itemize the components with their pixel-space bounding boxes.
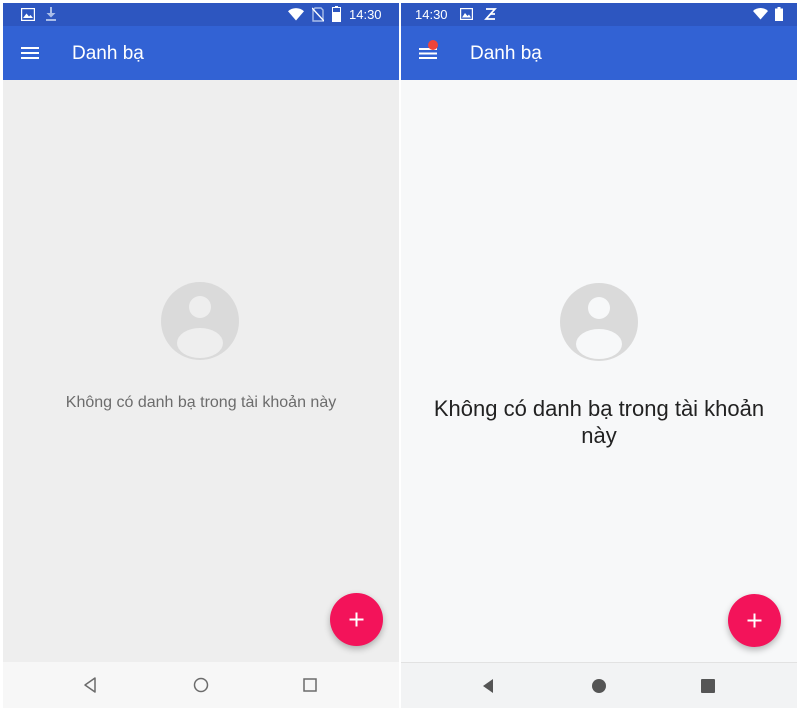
- no-sim-icon: [312, 7, 324, 22]
- add-contact-button[interactable]: [728, 594, 781, 647]
- recents-icon[interactable]: [698, 676, 718, 696]
- contacts-empty-area: Không có danh bạ trong tài khoản này: [3, 80, 399, 662]
- menu-icon[interactable]: [19, 42, 41, 64]
- empty-state-message-line2: này: [581, 423, 617, 448]
- add-contact-button[interactable]: [330, 593, 383, 646]
- battery-icon: [775, 7, 783, 21]
- account-avatar-icon: [161, 282, 239, 360]
- status-bar: 14:30: [3, 3, 399, 26]
- account-avatar-icon: [560, 283, 638, 361]
- home-icon[interactable]: [589, 676, 609, 696]
- app-notification-icon: [484, 8, 497, 20]
- wifi-icon: [753, 8, 768, 20]
- plus-icon: [747, 613, 762, 628]
- image-notification-icon: [460, 8, 473, 20]
- app-bar: Danh bạ: [401, 26, 797, 80]
- app-title: Danh bạ: [72, 43, 144, 64]
- status-time: 14:30: [415, 7, 448, 22]
- notification-dot-icon: [428, 40, 438, 50]
- empty-state-message: Không có danh bạ trong tài khoản này: [401, 395, 797, 449]
- download-icon: [46, 7, 56, 21]
- empty-state-message-line1: Không có danh bạ trong tài khoản: [433, 396, 765, 421]
- navigation-bar: [3, 662, 399, 708]
- back-icon[interactable]: [479, 676, 499, 696]
- home-icon[interactable]: [191, 675, 211, 695]
- status-bar: 14:30: [401, 3, 797, 26]
- wifi-icon: [288, 8, 304, 21]
- menu-button[interactable]: [417, 40, 439, 64]
- app-title: Danh bạ: [470, 43, 542, 64]
- back-icon[interactable]: [81, 675, 101, 695]
- plus-icon: [349, 612, 364, 627]
- right-phone-screen: 14:30 Danh bạ Không có danh bạ trong tài…: [401, 3, 797, 708]
- navigation-bar: [401, 662, 797, 708]
- recents-icon[interactable]: [300, 675, 320, 695]
- status-time: 14:30: [349, 7, 382, 22]
- left-phone-screen: 14:30 Danh bạ Không có danh bạ trong tài…: [3, 3, 399, 708]
- contacts-empty-area: Không có danh bạ trong tài khoản này: [401, 80, 797, 662]
- app-bar: Danh bạ: [3, 26, 399, 80]
- image-notification-icon: [21, 8, 35, 21]
- battery-icon: [332, 6, 341, 22]
- empty-state-message: Không có danh bạ trong tài khoản này: [65, 394, 337, 411]
